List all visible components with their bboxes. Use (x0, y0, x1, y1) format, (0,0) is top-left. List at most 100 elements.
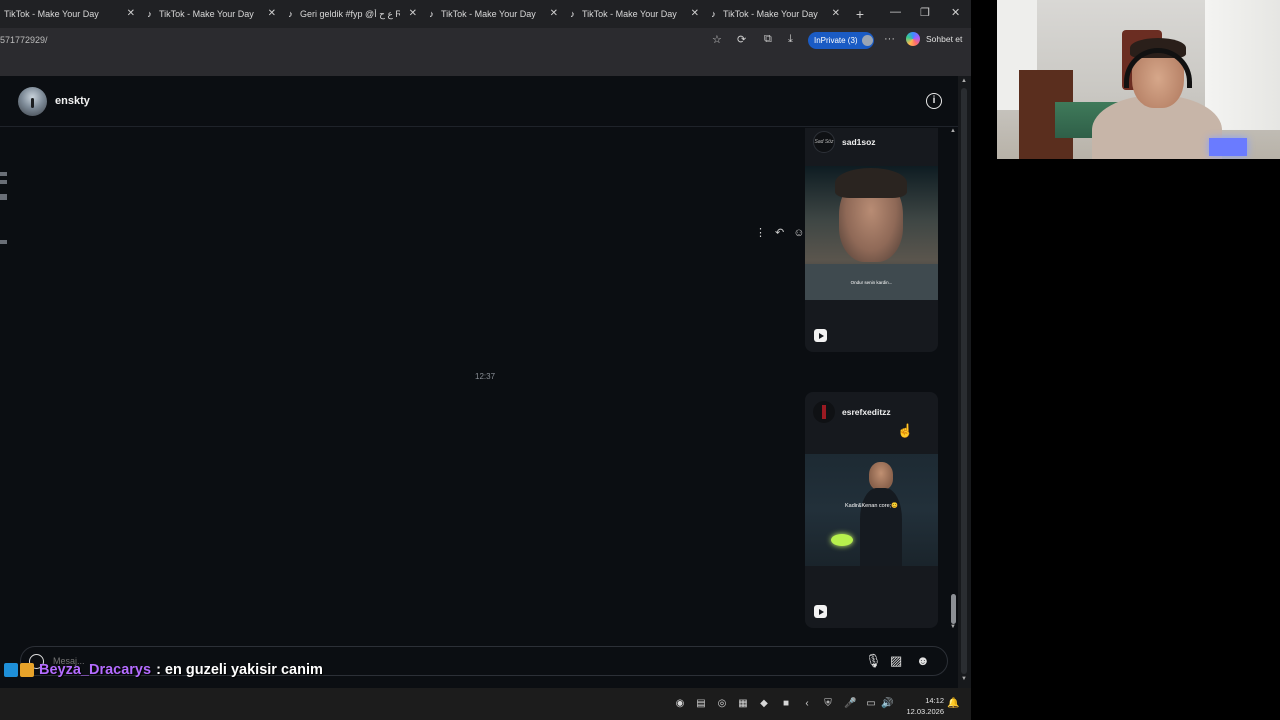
page-scrollbar[interactable]: ▲ ▼ (958, 76, 971, 688)
download-icon[interactable]: ⤓ (788, 33, 793, 46)
sidebar-edge (0, 164, 8, 324)
browser-tab[interactable]: ♪ Geri geldik #fyp @ﻉ ﺡ ﺃ RACON ✕ (282, 0, 423, 28)
app-tray-icon[interactable]: ▤ (695, 698, 707, 710)
extensions-icon[interactable]: ⟳ (737, 33, 746, 46)
tab-label: TikTok - Make Your Day (441, 9, 536, 19)
close-tab-icon[interactable]: ✕ (550, 8, 558, 19)
browser-tab[interactable]: TikTok - Make Your Day ✕ (0, 0, 141, 28)
video-subtitle: Ondur senin kardin... (850, 280, 893, 285)
thumbnail-hair (835, 168, 907, 198)
sticker-icon[interactable]: ☻ (916, 653, 930, 668)
restore-icon[interactable]: ❐ (920, 6, 930, 19)
scroll-thumb[interactable] (961, 88, 967, 674)
post-header: esrefxeditzz (805, 392, 938, 432)
app-tray-icon[interactable]: ■ (780, 698, 792, 710)
more-icon[interactable]: ⋮ (755, 226, 766, 239)
inprivate-button[interactable]: InPrivate (3) (808, 32, 874, 49)
app-tray-icon[interactable]: ◎ (716, 698, 728, 710)
avatar[interactable] (18, 87, 47, 116)
timestamp-separator: 12:37 (475, 372, 496, 381)
scroll-down-icon[interactable]: ▼ (961, 676, 967, 682)
system-clock[interactable]: 14:12 12.03.2026 (898, 695, 944, 717)
browser-window: TikTok - Make Your Day ✕ ♪ TikTok - Make Y… (0, 0, 971, 688)
clock-time: 14:12 (925, 696, 944, 705)
chat-header: enskty i (0, 76, 958, 127)
tiktok-icon: ♪ (147, 9, 152, 19)
post-author-avatar (813, 401, 835, 423)
post-author-avatar: Sad Söz (813, 131, 835, 153)
tab-label: TikTok - Make Your Day (723, 9, 818, 19)
favorite-star-icon[interactable]: ☆ (712, 33, 722, 46)
minimize-icon[interactable]: — (890, 6, 901, 18)
video-caption: Kadir&Kenan core;😊 (844, 503, 898, 509)
scroll-up-icon[interactable]: ▲ (961, 78, 967, 84)
toolbar-strip (0, 52, 971, 76)
post-author-name: esrefxeditzz (842, 407, 891, 417)
network-tray-icon[interactable]: ▭ (865, 698, 877, 710)
tiktok-icon: ♪ (570, 9, 575, 19)
reply-icon[interactable]: ↶ (775, 226, 784, 239)
tab-label: TikTok - Make Your Day (4, 9, 99, 19)
scroll-thumb[interactable] (951, 594, 956, 624)
webcam-overlay (997, 0, 1280, 159)
notification-bell-icon[interactable]: 🔔 (947, 698, 959, 710)
copilot-icon (906, 32, 920, 46)
play-icon[interactable] (814, 605, 827, 618)
stream-chat-message: Beyza_Dracarys : en guzeli yakisir canim (4, 661, 323, 679)
clock-date: 12.03.2026 (906, 707, 944, 716)
tiktok-icon: ♪ (711, 9, 716, 19)
conversation-username[interactable]: enskty (55, 95, 90, 107)
app-tray-icon[interactable]: ◉ (674, 698, 686, 710)
close-tab-icon[interactable]: ✕ (832, 8, 840, 19)
video-thumbnail[interactable]: Ondur senin kardin... (805, 166, 938, 300)
webcam-rgb-light (1209, 138, 1247, 156)
app-tray-icon[interactable]: ‹ (801, 698, 813, 710)
edge-fragment (0, 172, 7, 176)
scroll-up-icon[interactable]: ▲ (950, 128, 956, 134)
copilot-button[interactable]: Sohbet et (906, 32, 962, 46)
microphone-icon[interactable]: 🎙 (865, 653, 882, 669)
new-tab-icon[interactable]: + (846, 6, 874, 22)
message-actions: ⋮ ↶ ☺ (755, 226, 804, 240)
microphone-tray-icon[interactable]: 🎤 (844, 698, 856, 710)
close-tab-icon[interactable]: ✕ (268, 8, 276, 19)
react-emoji-icon[interactable]: ☺ (793, 227, 804, 239)
chat-page: enskty i ⋮ ↶ ☺ Sad Söz sad1soz Ondur sen… (0, 76, 971, 688)
close-tab-icon[interactable]: ✕ (409, 8, 417, 19)
crown-badge-icon (20, 663, 34, 677)
app-tray-icon[interactable]: ◆ (758, 698, 770, 710)
url-field[interactable]: 571772929/ (0, 35, 700, 45)
video-thumbnail[interactable]: Kadir&Kenan core;😊 (805, 454, 938, 566)
stream-chat-text: : en guzeli yakisir canim (156, 662, 323, 678)
close-tab-icon[interactable]: ✕ (127, 8, 135, 19)
more-options-icon[interactable]: ··· (884, 33, 895, 45)
info-icon[interactable]: i (926, 93, 942, 109)
webcam-window (1205, 0, 1280, 130)
browser-tab[interactable]: ♪ TikTok - Make Your Day ✕ (705, 0, 846, 28)
image-icon[interactable]: ▨ (890, 653, 902, 669)
app-tray-icon[interactable]: ▦ (737, 698, 749, 710)
messages-scrollbar[interactable]: ▲ ▼ (950, 128, 958, 632)
security-tray-icon[interactable]: ⛨ (822, 698, 834, 710)
shared-post[interactable]: esrefxeditzz Kadir&Kenan core;😊 (805, 392, 938, 628)
chat-badge-icon (4, 663, 18, 677)
tiktok-icon: ♪ (288, 9, 293, 19)
edge-fragment (0, 194, 7, 200)
browser-tab[interactable]: ♪ TikTok - Make Your Day ✕ (423, 0, 564, 28)
thumbnail-lime (831, 534, 853, 546)
collections-icon[interactable]: ⧉ (764, 33, 772, 46)
play-icon[interactable] (814, 329, 827, 342)
browser-tab[interactable]: ♪ TikTok - Make Your Day ✕ (564, 0, 705, 28)
close-tab-icon[interactable]: ✕ (691, 8, 699, 19)
tab-label: TikTok - Make Your Day (159, 9, 254, 19)
post-author-name: sad1soz (842, 137, 876, 147)
browser-tab[interactable]: ♪ TikTok - Make Your Day ✕ (141, 0, 282, 28)
scroll-down-icon[interactable]: ▼ (950, 624, 956, 630)
shared-post[interactable]: Sad Söz sad1soz Ondur senin kardin... (805, 128, 938, 352)
tab-bar: TikTok - Make Your Day ✕ ♪ TikTok - Make Y… (0, 0, 971, 28)
mouse-cursor-icon: ☝ (897, 423, 914, 438)
copilot-label: Sohbet et (926, 34, 963, 44)
close-window-icon[interactable]: ✕ (951, 6, 960, 19)
stream-chat-user: Beyza_Dracarys (39, 662, 152, 678)
volume-tray-icon[interactable]: 🔊 (881, 698, 893, 710)
